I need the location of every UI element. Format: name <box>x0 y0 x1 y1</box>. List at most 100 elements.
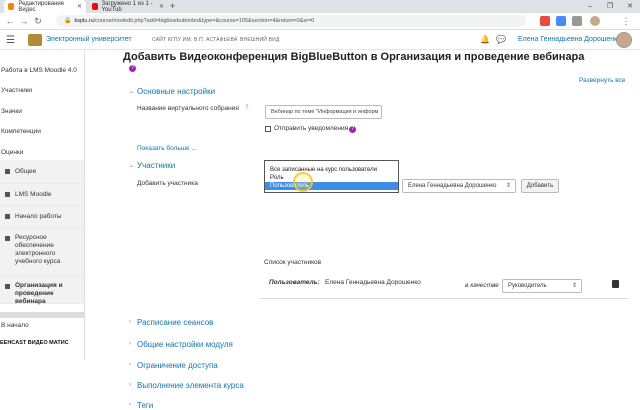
section-title: Ограничение доступа <box>137 361 218 370</box>
sidebar-item-competencies[interactable]: Компетенции <box>0 128 84 138</box>
tab-title: Редактирование Видес <box>18 0 65 13</box>
chevron-down-icon: ⌄ <box>129 89 135 95</box>
help-icon[interactable]: ? <box>129 65 136 72</box>
sidebar-item-participants[interactable]: Участники <box>0 87 84 97</box>
university-logo[interactable] <box>28 34 42 46</box>
hamburger-icon[interactable]: ☰ <box>6 35 15 46</box>
avatar[interactable] <box>616 32 632 48</box>
close-tab-icon[interactable]: ✕ <box>159 3 164 10</box>
lock-icon: 🔒 <box>64 18 72 24</box>
section-title: Выполнение элемента курса <box>137 381 244 390</box>
minimize-button[interactable]: – <box>580 0 600 13</box>
close-tab-icon[interactable]: ✕ <box>77 3 82 10</box>
sidebar-item-label: Начало работы <box>15 213 62 220</box>
sidebar-item-general[interactable]: Общее <box>0 160 84 184</box>
add-participant-label: Добавить участника <box>137 180 198 187</box>
sidebar-item-label: В начало <box>1 322 29 329</box>
messages-icon[interactable]: 💬 <box>496 35 506 44</box>
section-title: Основные настройки <box>137 87 216 96</box>
sidebar-item-badges[interactable]: Значки <box>0 108 84 118</box>
main-region: Добавить Видеоконференция BigBlueButton … <box>85 50 640 410</box>
chevron-updown-icon: ⇕ <box>505 183 511 189</box>
dropdown-option[interactable]: Роль <box>265 174 398 182</box>
sidebar-item-home[interactable]: В начало <box>0 322 84 332</box>
sidebar-item-label: Компетенции <box>1 128 41 135</box>
site-link[interactable]: САЙТ КГПУ ИМ. В.П. АСТАФЬЕВА <box>152 37 238 43</box>
folder-icon <box>5 169 10 174</box>
chevron-right-icon: › <box>129 362 131 368</box>
sidebar-item-label: Оценки <box>1 149 24 156</box>
sidebar-item-label: Организация и проведение вебинара <box>15 282 63 305</box>
participant-type: Пользователь: <box>269 279 320 286</box>
folder-icon <box>5 192 10 197</box>
sidebar-item-label: LMS Moodle <box>15 191 52 198</box>
moodle-navbar: ☰ Электронный университет САЙТ КГПУ ИМ. … <box>0 30 640 50</box>
room-name-input[interactable]: Вебинар по теме "Информация и информ <box>265 105 382 119</box>
profile-icon[interactable] <box>590 16 600 26</box>
close-window-button[interactable]: ✕ <box>620 0 640 13</box>
sidebar-item-label: Значки <box>1 108 22 115</box>
maximize-button[interactable]: ❐ <box>600 0 620 13</box>
user-menu-name[interactable]: Елена Геннадьевна Дорошенко <box>518 36 621 43</box>
chevron-updown-icon: ⇕ <box>571 283 577 289</box>
sidebar-item-webinar[interactable]: Организация и проведение вебинара <box>0 276 84 305</box>
extension-icon[interactable] <box>556 16 566 26</box>
participant-select[interactable]: Елена Геннадьевна Дорошенко ⇕ <box>402 179 516 193</box>
folder-icon <box>5 214 10 219</box>
sidebar-item-label: Работа в LMS Moodle 4.0 <box>1 67 77 74</box>
sidebar-item-resources[interactable]: Ресурсное обеспечение электронного учебн… <box>0 228 84 276</box>
sidebar-item-getting-started[interactable]: Начало работы <box>0 206 84 228</box>
tab-title: Загружено 1 из 1 - YouTub <box>101 0 153 13</box>
sidebar-item-label: Общее <box>15 168 37 175</box>
chevron-right-icon: › <box>129 319 131 325</box>
as-label: в качестве <box>465 282 499 289</box>
section-title: Расписание сеансов <box>137 318 214 327</box>
send-notifications-label: Отправить уведомления <box>274 125 349 132</box>
add-participant-button[interactable]: Добавить <box>521 179 559 193</box>
room-name-label: Название виртуального собрания <box>137 105 239 112</box>
appearance-menu[interactable]: ВНЕШНИЙ ВИД <box>240 37 280 43</box>
back-icon[interactable]: ← <box>4 15 16 27</box>
sidebar-item-course[interactable]: Работа в LMS Moodle 4.0 <box>0 67 84 77</box>
mouse-cursor-highlight <box>293 172 313 192</box>
extension-icon[interactable] <box>540 16 550 26</box>
participant-type-dropdown[interactable]: Все записанные на курс пользователи Роль… <box>264 160 399 193</box>
forward-icon[interactable]: → <box>18 15 30 27</box>
folder-icon <box>5 236 10 241</box>
participant-name: Елена Геннадьевна Дорошенко <box>325 279 421 286</box>
dropdown-option-selected[interactable]: Пользователь <box>265 182 398 190</box>
trash-icon[interactable] <box>612 280 619 288</box>
required-icon: ! <box>246 104 248 111</box>
browser-tab-youtube[interactable]: Загружено 1 из 1 - YouTub ✕ <box>88 0 168 13</box>
new-tab-button[interactable]: + <box>170 1 175 11</box>
site-brand[interactable]: Электронный университет <box>46 36 132 43</box>
url-input[interactable]: 🔒 ksplu.ru/course/modedit.php?add=bigblue… <box>56 15 526 27</box>
youtube-favicon-icon <box>92 3 98 10</box>
extensions-puzzle-icon[interactable] <box>572 16 582 26</box>
divider <box>259 298 629 299</box>
participant-role-select[interactable]: Руководитель ⇕ <box>502 279 582 293</box>
address-bar-row: ← → ↻ 🔒 ksplu.ru/course/modedit.php?add=b… <box>0 13 640 30</box>
expand-all-link[interactable]: Развернуть все <box>579 77 626 84</box>
folder-icon <box>5 284 10 289</box>
page-title: Добавить Видеоконференция BigBlueButton … <box>123 51 585 63</box>
screen-recorder-watermark: ЕЕНCAST ВИДЕО МАТИС <box>0 340 69 346</box>
sidebar-item-grades[interactable]: Оценки <box>0 149 84 159</box>
help-icon[interactable]: ? <box>349 126 356 133</box>
reload-icon[interactable]: ↻ <box>32 15 44 27</box>
course-nav-drawer: Работа в LMS Moodle 4.0 Участники Значки… <box>0 50 85 360</box>
chevron-right-icon: › <box>129 402 131 408</box>
menu-dots-icon[interactable]: ⋮ <box>620 15 632 27</box>
notification-bell-icon[interactable]: 🔔 <box>480 35 490 44</box>
browser-tab-bar: Редактирование Видес ✕ Загружено 1 из 1 … <box>0 0 640 13</box>
dropdown-option[interactable]: Все записанные на курс пользователи <box>265 166 398 174</box>
select-value: Руководитель <box>508 283 547 289</box>
sidebar-divider <box>0 312 84 318</box>
send-notifications-checkbox[interactable] <box>265 126 271 132</box>
moodle-favicon-icon <box>8 3 15 10</box>
sidebar-item-lms-moodle[interactable]: LMS Moodle <box>0 184 84 206</box>
show-more-link[interactable]: Показать больше ... <box>137 145 197 152</box>
chevron-down-icon: ⌄ <box>129 163 135 169</box>
browser-tab-edit[interactable]: Редактирование Видес ✕ <box>4 0 86 13</box>
participant-list-title: Список участников <box>264 259 322 266</box>
